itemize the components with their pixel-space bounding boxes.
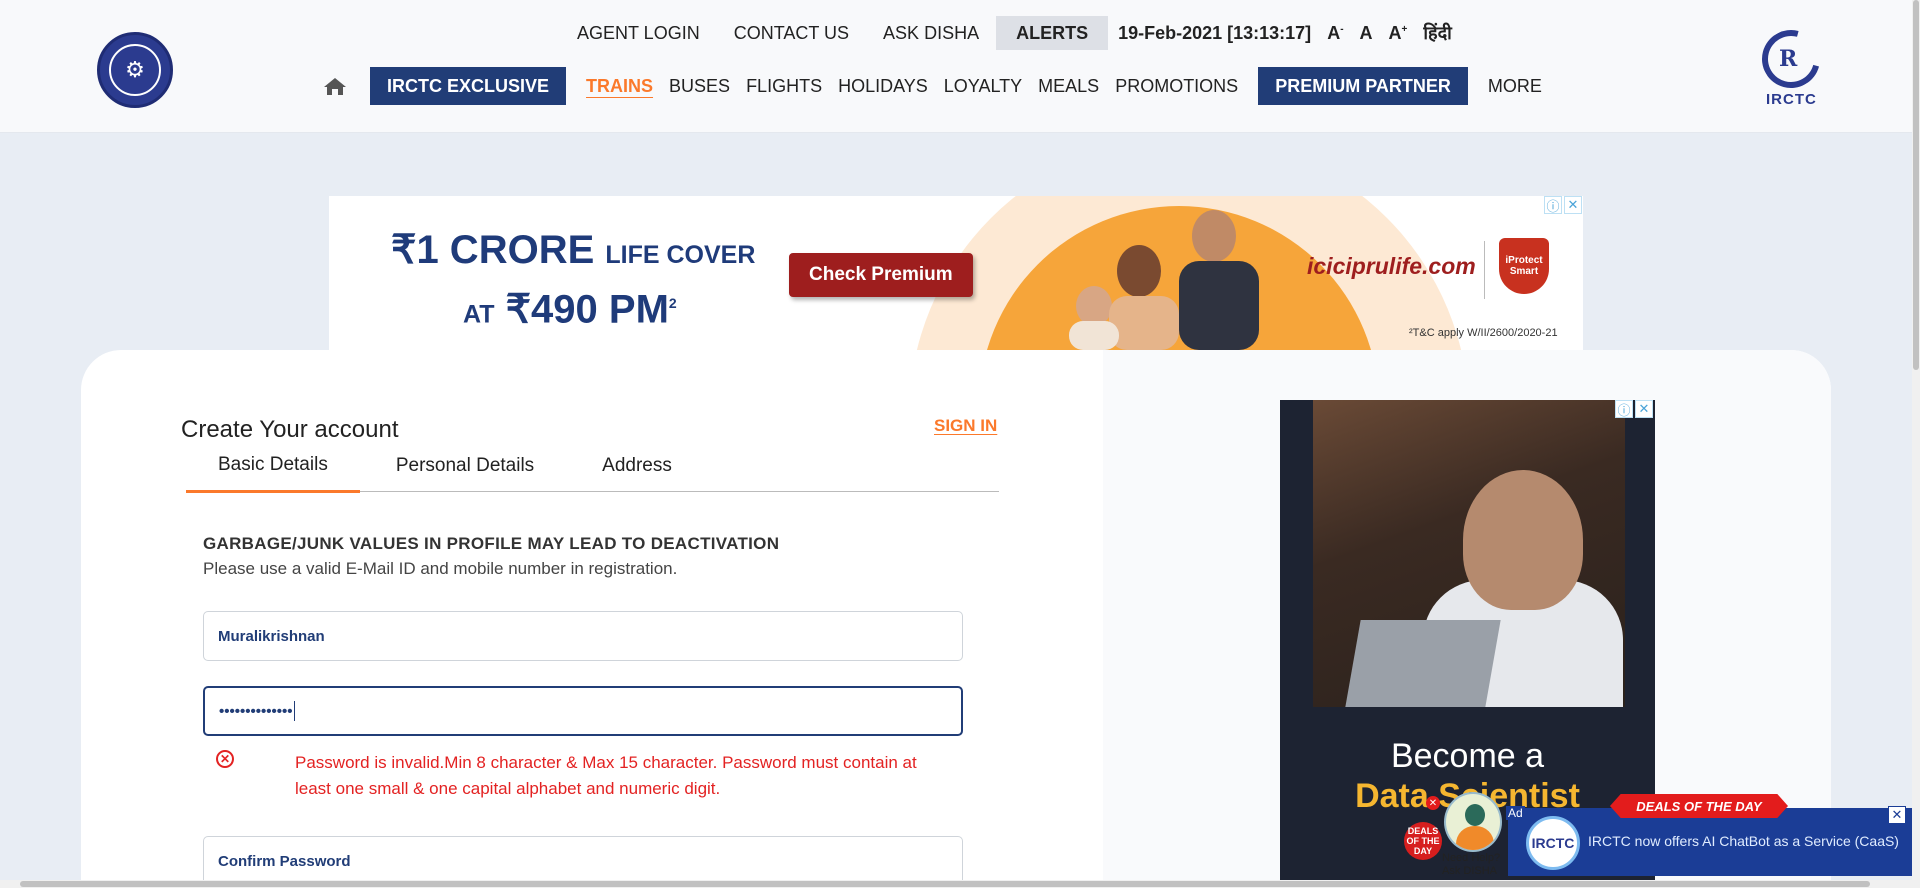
chatbot-message: IRCTC now offers AI ChatBot as a Service… bbox=[1588, 833, 1899, 849]
font-decrease-button[interactable]: A- bbox=[1319, 23, 1351, 44]
nav-buses[interactable]: BUSES bbox=[661, 67, 738, 105]
error-icon: ✕ bbox=[216, 750, 234, 768]
indian-railways-emblem[interactable]: ⚙ bbox=[97, 32, 173, 108]
ask-disha-link[interactable]: ASK DISHA bbox=[866, 16, 996, 50]
ad-headline-line2: AT ₹490 PM2 bbox=[391, 279, 755, 338]
font-decrease-sign: - bbox=[1340, 23, 1344, 35]
font-decrease-label: A bbox=[1327, 22, 1341, 43]
ad-close-icon[interactable]: ✕ bbox=[1564, 196, 1582, 214]
irctc-exclusive-button[interactable]: IRCTC EXCLUSIVE bbox=[370, 67, 567, 105]
ad-right-close-icon[interactable]: ✕ bbox=[1635, 400, 1653, 418]
ad-headline-line1: ₹1 CRORE LIFE COVER bbox=[391, 226, 755, 279]
disha-avatar[interactable] bbox=[1444, 792, 1502, 852]
ad-right-controls: ⓘ ✕ bbox=[1615, 400, 1653, 418]
ad-line2-big: ₹490 PM bbox=[505, 287, 669, 332]
ad-banner-top[interactable]: ₹1 CRORE LIFE COVER AT ₹490 PM2 Check Pr… bbox=[329, 196, 1583, 350]
nav-more[interactable]: MORE bbox=[1480, 67, 1550, 105]
home-icon[interactable] bbox=[322, 75, 348, 97]
laptop-icon bbox=[1345, 620, 1501, 707]
train-icon: ⚙ bbox=[109, 44, 161, 96]
vertical-scrollbar[interactable] bbox=[1912, 0, 1920, 888]
deals-badge[interactable]: DEALS OF THE DAY bbox=[1404, 822, 1442, 860]
ad-line1-small: LIFE COVER bbox=[605, 241, 756, 269]
font-increase-label: A bbox=[1388, 22, 1402, 43]
font-increase-button[interactable]: A+ bbox=[1381, 23, 1416, 44]
ad-label: Ad bbox=[1506, 806, 1525, 820]
hindi-language-link[interactable]: हिंदी bbox=[1415, 21, 1459, 45]
disha-close-icon[interactable]: ✕ bbox=[1426, 796, 1440, 810]
chatbot-banner[interactable]: Ad IRCTC IRCTC now offers AI ChatBot as … bbox=[1506, 806, 1912, 876]
vertical-scrollbar-thumb[interactable] bbox=[1913, 0, 1919, 370]
font-normal-button[interactable]: A bbox=[1352, 23, 1381, 44]
disha-avatar-head bbox=[1465, 804, 1485, 826]
tab-personal-details[interactable]: Personal Details bbox=[364, 455, 566, 491]
chatbot-irctc-logo: IRCTC bbox=[1526, 816, 1580, 870]
nav-holidays[interactable]: HOLIDAYS bbox=[830, 67, 936, 105]
confirm-password-field[interactable]: Confirm Password bbox=[203, 836, 963, 886]
password-error-message: Password is invalid.Min 8 character & Ma… bbox=[295, 753, 917, 798]
text-caret bbox=[293, 701, 295, 721]
ad-line2-sup: 2 bbox=[668, 295, 677, 311]
ad-terms: ²T&C apply W/II/2600/2020-21 bbox=[1409, 327, 1558, 339]
ad-divider bbox=[1484, 241, 1485, 299]
password-field[interactable]: •••••••••••••• bbox=[203, 686, 963, 736]
form-tabs: Basic Details Personal Details Address bbox=[186, 438, 999, 493]
disha-label: Need Help? Ask DISHA bbox=[1442, 852, 1500, 878]
horizontal-scrollbar[interactable] bbox=[0, 880, 1912, 888]
main-nav: IRCTC EXCLUSIVE TRAINS BUSES FLIGHTS HOL… bbox=[318, 67, 1550, 105]
chatbot-close-icon[interactable]: ✕ bbox=[1888, 806, 1906, 824]
ad-right-line1: Become a bbox=[1390, 737, 1545, 775]
tab-basic-details[interactable]: Basic Details bbox=[186, 454, 360, 493]
logo-r-icon: R bbox=[1779, 46, 1798, 72]
ad-photo-face bbox=[1463, 470, 1583, 610]
ad-line2-small: AT bbox=[463, 300, 495, 329]
datetime: 19-Feb-2021 [13:13:17] bbox=[1118, 22, 1312, 43]
agent-login-link[interactable]: AGENT LOGIN bbox=[560, 16, 717, 50]
ad-photo bbox=[1313, 400, 1625, 707]
ad-headline: ₹1 CRORE LIFE COVER AT ₹490 PM2 bbox=[391, 226, 755, 338]
iprotect-badge: iProtect Smart bbox=[1499, 238, 1549, 294]
password-value: •••••••••••••• bbox=[219, 702, 293, 720]
confirm-password-placeholder: Confirm Password bbox=[218, 852, 351, 870]
ad-right-info-icon[interactable]: ⓘ bbox=[1615, 400, 1633, 418]
disha-label-line2: Ask DISHA bbox=[1442, 865, 1498, 877]
ad-top-controls: ⓘ ✕ bbox=[1544, 196, 1582, 214]
warning-title: GARBAGE/JUNK VALUES IN PROFILE MAY LEAD … bbox=[203, 534, 780, 553]
username-value: Muralikrishnan bbox=[218, 627, 325, 645]
deals-of-the-day-ribbon[interactable]: DEALS OF THE DAY bbox=[1610, 794, 1788, 818]
sign-in-link[interactable]: SIGN IN bbox=[934, 416, 997, 436]
nav-trains[interactable]: TRAINS bbox=[578, 67, 661, 105]
nav-flights[interactable]: FLIGHTS bbox=[738, 67, 830, 105]
logo-text: IRCTC bbox=[1766, 91, 1817, 108]
nav-loyalty[interactable]: LOYALTY bbox=[936, 67, 1030, 105]
ad-info-icon[interactable]: ⓘ bbox=[1544, 196, 1562, 214]
username-field[interactable]: Muralikrishnan bbox=[203, 611, 963, 661]
disha-chat-widget[interactable]: ✕ DEALS OF THE DAY Need Help? Ask DISHA bbox=[1404, 792, 1508, 882]
check-premium-button[interactable]: Check Premium bbox=[789, 253, 973, 297]
disha-label-line1: Need Help? bbox=[1442, 852, 1501, 864]
top-nav: AGENT LOGIN CONTACT US ASK DISHA ALERTS … bbox=[560, 16, 1460, 50]
nav-promotions[interactable]: PROMOTIONS bbox=[1107, 67, 1246, 105]
contact-us-link[interactable]: CONTACT US bbox=[717, 16, 866, 50]
ad-site-name: iciciprulife.com bbox=[1307, 253, 1476, 279]
irctc-logo[interactable]: R IRCTC bbox=[1751, 19, 1832, 116]
nav-meals[interactable]: MEALS bbox=[1030, 67, 1107, 105]
tab-address[interactable]: Address bbox=[570, 455, 704, 491]
alerts-button[interactable]: ALERTS bbox=[996, 16, 1109, 50]
disha-avatar-body bbox=[1456, 826, 1494, 850]
warning-subtitle: Please use a valid E-Mail ID and mobile … bbox=[203, 559, 678, 578]
font-increase-sign: + bbox=[1401, 23, 1408, 35]
ad-line1-big: ₹1 CRORE bbox=[391, 228, 595, 272]
premium-partner-button[interactable]: PREMIUM PARTNER bbox=[1258, 67, 1468, 105]
horizontal-scrollbar-thumb[interactable] bbox=[20, 881, 1870, 887]
header: ⚙ AGENT LOGIN CONTACT US ASK DISHA ALERT… bbox=[0, 0, 1912, 133]
family-photo bbox=[1069, 210, 1259, 350]
